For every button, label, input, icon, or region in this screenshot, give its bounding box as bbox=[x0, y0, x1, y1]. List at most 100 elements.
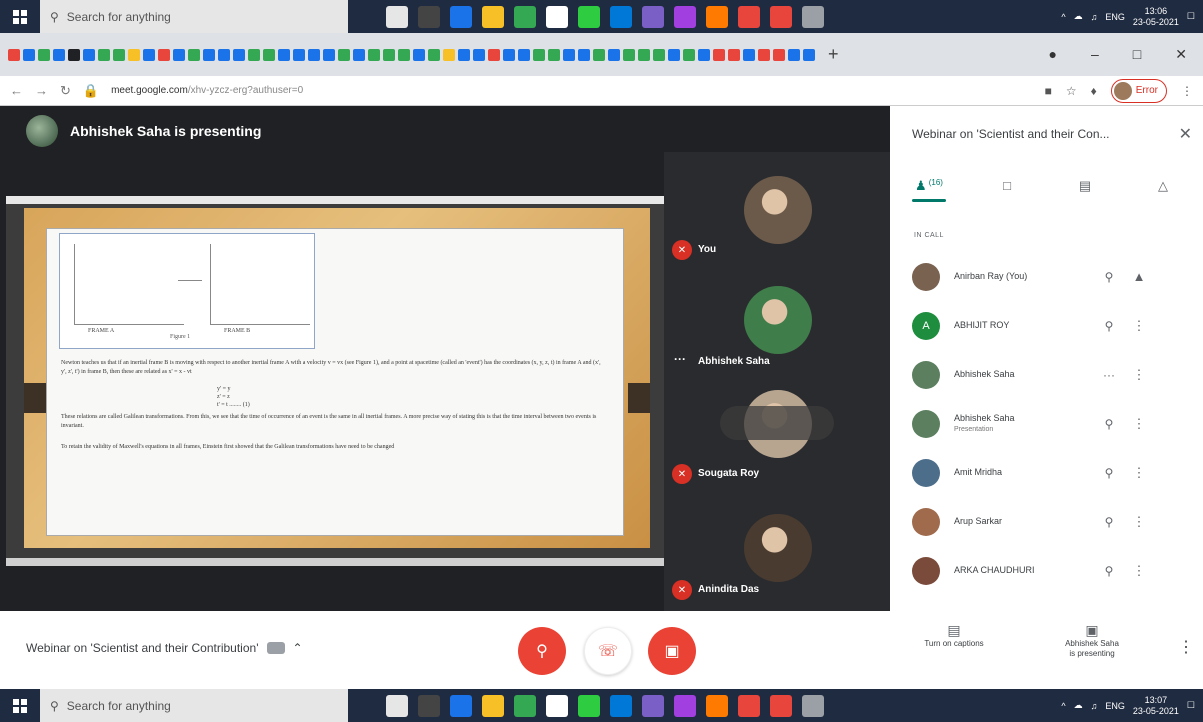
browser-tab-favicon-icon[interactable] bbox=[443, 48, 455, 61]
browser-tab-favicon-icon[interactable] bbox=[278, 48, 290, 61]
close-window-icon[interactable]: ✕ bbox=[1175, 46, 1187, 63]
taskbar-app-icon[interactable] bbox=[514, 694, 536, 717]
browser-tab-favicon-icon[interactable] bbox=[518, 48, 530, 61]
taskbar-app-icon[interactable] bbox=[482, 694, 504, 717]
participant-row[interactable]: Abhishek Saha ··· ⋮ bbox=[890, 350, 1203, 399]
bookmark-star-icon[interactable]: ☆ bbox=[1066, 84, 1077, 98]
meeting-details[interactable]: Webinar on 'Scientist and their Contribu… bbox=[26, 641, 303, 655]
browser-tab-favicon-icon[interactable] bbox=[653, 48, 665, 61]
maximize-icon[interactable]: □ bbox=[1133, 46, 1141, 63]
profile-button[interactable]: Error bbox=[1110, 78, 1167, 103]
participant-row[interactable]: ARKA CHAUDHURI ⚲ ⋮ bbox=[890, 546, 1203, 595]
taskbar-app-icon[interactable] bbox=[770, 694, 792, 717]
camera-indicator-icon[interactable]: ■ bbox=[1045, 84, 1052, 98]
more-options-icon[interactable]: ⋮ bbox=[1124, 318, 1154, 334]
tab-activities[interactable]: ▤ bbox=[1046, 172, 1124, 212]
taskbar-app-icon[interactable] bbox=[418, 5, 440, 28]
taskbar-app-icon[interactable] bbox=[450, 694, 472, 717]
participant-row[interactable]: Anirban Ray (You) ⚲ ▲ bbox=[890, 252, 1203, 301]
mic-off-icon[interactable]: ⚲ bbox=[1094, 466, 1124, 480]
taskbar-app-icon[interactable] bbox=[610, 694, 632, 717]
participant-row[interactable]: Arup Sarkar ⚲ ⋮ bbox=[890, 497, 1203, 546]
close-icon[interactable]: ✕ bbox=[1179, 124, 1192, 144]
browser-tab-favicon-icon[interactable] bbox=[23, 48, 35, 61]
taskbar-app-icon[interactable] bbox=[610, 5, 632, 28]
browser-tab-favicon-icon[interactable] bbox=[788, 48, 800, 61]
volume-icon[interactable]: ♫ bbox=[1091, 701, 1098, 711]
browser-tab-favicon-icon[interactable] bbox=[728, 48, 740, 61]
network-icon[interactable]: ☁ bbox=[1074, 700, 1083, 711]
browser-tab-favicon-icon[interactable] bbox=[128, 48, 140, 61]
taskbar-app-icon[interactable] bbox=[738, 5, 760, 28]
browser-tab-favicon-icon[interactable] bbox=[53, 48, 65, 61]
mic-off-icon[interactable]: ⚲ bbox=[1094, 515, 1124, 529]
browser-tab-favicon-icon[interactable] bbox=[773, 48, 785, 61]
chrome-menu-icon[interactable]: ⋮ bbox=[1181, 84, 1193, 98]
browser-tab-favicon-icon[interactable] bbox=[758, 48, 770, 61]
pin-icon[interactable]: ▲ bbox=[1124, 269, 1154, 284]
more-options-icon[interactable]: ⋮ bbox=[1124, 465, 1154, 481]
browser-tab-favicon-icon[interactable] bbox=[593, 48, 605, 61]
tray-clock[interactable]: 13:07 23-05-2021 bbox=[1133, 695, 1179, 717]
taskbar-app-icon[interactable] bbox=[642, 5, 664, 28]
tab-chat[interactable]: □ bbox=[968, 172, 1046, 212]
browser-tab-favicon-icon[interactable] bbox=[173, 48, 185, 61]
more-options-icon[interactable]: ⋮ bbox=[1124, 367, 1154, 383]
forward-icon[interactable]: → bbox=[35, 83, 48, 98]
browser-tab-favicon-icon[interactable] bbox=[383, 48, 395, 61]
browser-tab-favicon-icon[interactable] bbox=[218, 48, 230, 61]
tray-arrow-icon[interactable]: ^ bbox=[1061, 701, 1065, 711]
speaking-dots-icon[interactable]: ··· bbox=[1094, 368, 1124, 382]
tile-sougata[interactable]: ✕ Sougata Roy bbox=[664, 376, 890, 488]
browser-tab-favicon-icon[interactable] bbox=[368, 48, 380, 61]
taskbar-app-icon[interactable] bbox=[706, 5, 728, 28]
leave-call-button[interactable]: ☏ bbox=[584, 627, 632, 675]
participant-row[interactable]: Abhishek Saha Presentation ⚲ ⋮ bbox=[890, 399, 1203, 448]
browser-tab-favicon-icon[interactable] bbox=[308, 48, 320, 61]
browser-tab-favicon-icon[interactable] bbox=[698, 48, 710, 61]
present-now-button[interactable]: ▣ Abhishek Saha is presenting bbox=[1042, 623, 1142, 659]
browser-tab-favicon-icon[interactable] bbox=[488, 48, 500, 61]
tile-anindita[interactable]: ✕ Anindita Das bbox=[664, 488, 890, 600]
browser-tab-favicon-icon[interactable] bbox=[713, 48, 725, 61]
url-field[interactable]: meet.google.com/xhv-yzcz-erg?authuser=0 bbox=[111, 85, 303, 96]
taskbar-app-icon[interactable] bbox=[738, 694, 760, 717]
taskbar-search-box[interactable]: ⚲ Search for anything bbox=[40, 0, 348, 33]
volume-icon[interactable]: ♫ bbox=[1091, 12, 1098, 22]
camera-toggle-button[interactable]: ▣ bbox=[648, 627, 696, 675]
taskbar-app-icon[interactable] bbox=[418, 694, 440, 717]
tab-people[interactable]: ♟ (16) bbox=[890, 172, 968, 212]
browser-tab-favicon-icon[interactable] bbox=[98, 48, 110, 61]
browser-tab-favicon-icon[interactable] bbox=[428, 48, 440, 61]
taskbar-app-icon[interactable] bbox=[802, 694, 824, 717]
browser-tab-favicon-icon[interactable] bbox=[83, 48, 95, 61]
more-options-icon[interactable]: ⋮ bbox=[1124, 514, 1154, 530]
windows-start-button[interactable] bbox=[0, 0, 40, 33]
mic-toggle-button[interactable]: ⚲ bbox=[518, 627, 566, 675]
mic-off-icon[interactable]: ⚲ bbox=[1094, 270, 1124, 284]
browser-tab-favicon-icon[interactable] bbox=[188, 48, 200, 61]
windows-start-button[interactable] bbox=[0, 689, 40, 722]
browser-tab-favicon-icon[interactable] bbox=[233, 48, 245, 61]
tray-arrow-icon[interactable]: ^ bbox=[1061, 12, 1065, 22]
taskbar-app-icon[interactable] bbox=[514, 5, 536, 28]
browser-tab-favicon-icon[interactable] bbox=[203, 48, 215, 61]
browser-tab-favicon-icon[interactable] bbox=[503, 48, 515, 61]
taskbar-app-icon[interactable] bbox=[546, 5, 568, 28]
taskbar-app-icon[interactable] bbox=[674, 694, 696, 717]
network-icon[interactable]: ☁ bbox=[1074, 11, 1083, 22]
browser-tab-favicon-icon[interactable] bbox=[548, 48, 560, 61]
taskbar-app-icon[interactable] bbox=[578, 5, 600, 28]
browser-tab-favicon-icon[interactable] bbox=[8, 48, 20, 61]
browser-tab-favicon-icon[interactable] bbox=[143, 48, 155, 61]
tray-clock[interactable]: 13:06 23-05-2021 bbox=[1133, 6, 1179, 28]
browser-tab-favicon-icon[interactable] bbox=[113, 48, 125, 61]
taskbar-search-box[interactable]: ⚲ Search for anything bbox=[40, 689, 348, 722]
browser-tab-favicon-icon[interactable] bbox=[668, 48, 680, 61]
taskbar-app-icon[interactable] bbox=[578, 694, 600, 717]
browser-tab-favicon-icon[interactable] bbox=[578, 48, 590, 61]
browser-tab-favicon-icon[interactable] bbox=[248, 48, 260, 61]
mic-off-icon[interactable]: ⚲ bbox=[1094, 417, 1124, 431]
more-options-icon[interactable]: ⋮ bbox=[1124, 563, 1154, 579]
extension-circle-icon[interactable]: ● bbox=[1049, 46, 1057, 63]
